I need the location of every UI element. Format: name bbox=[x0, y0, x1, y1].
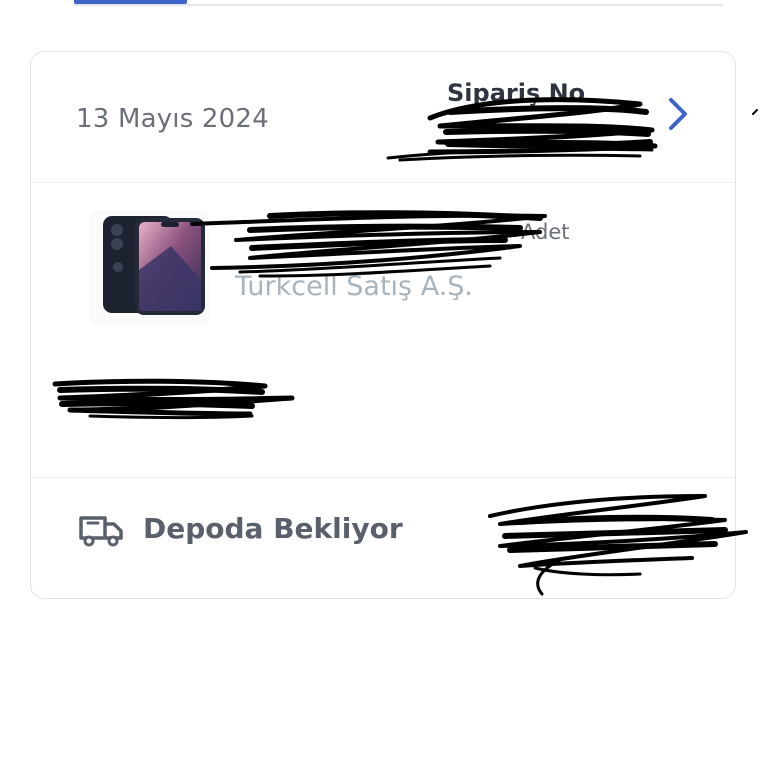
order-header[interactable]: 13 Mayıs 2024 Sipariş No bbox=[31, 52, 735, 183]
truck-icon bbox=[79, 516, 123, 547]
active-tab-indicator[interactable] bbox=[74, 0, 187, 4]
product-image[interactable] bbox=[89, 210, 209, 325]
order-page: 13 Mayıs 2024 Sipariş No Adet Turkcell S… bbox=[0, 0, 768, 768]
delivery-status-label: Depoda Bekliyor bbox=[143, 512, 403, 545]
order-card[interactable]: 13 Mayıs 2024 Sipariş No Adet Turkcell S… bbox=[30, 51, 736, 599]
seller-name: Turkcell Satış A.Ş. bbox=[235, 271, 474, 302]
delivery-status-row[interactable]: Depoda Bekliyor bbox=[31, 477, 735, 597]
product-quantity: Adet bbox=[521, 220, 570, 244]
order-number-label: Sipariş No bbox=[447, 79, 586, 107]
chevron-right-icon[interactable] bbox=[665, 97, 691, 131]
product-row[interactable]: Adet Turkcell Satış A.Ş. bbox=[31, 182, 735, 478]
order-date: 13 Mayıs 2024 bbox=[76, 104, 269, 134]
phone-image bbox=[103, 216, 205, 315]
